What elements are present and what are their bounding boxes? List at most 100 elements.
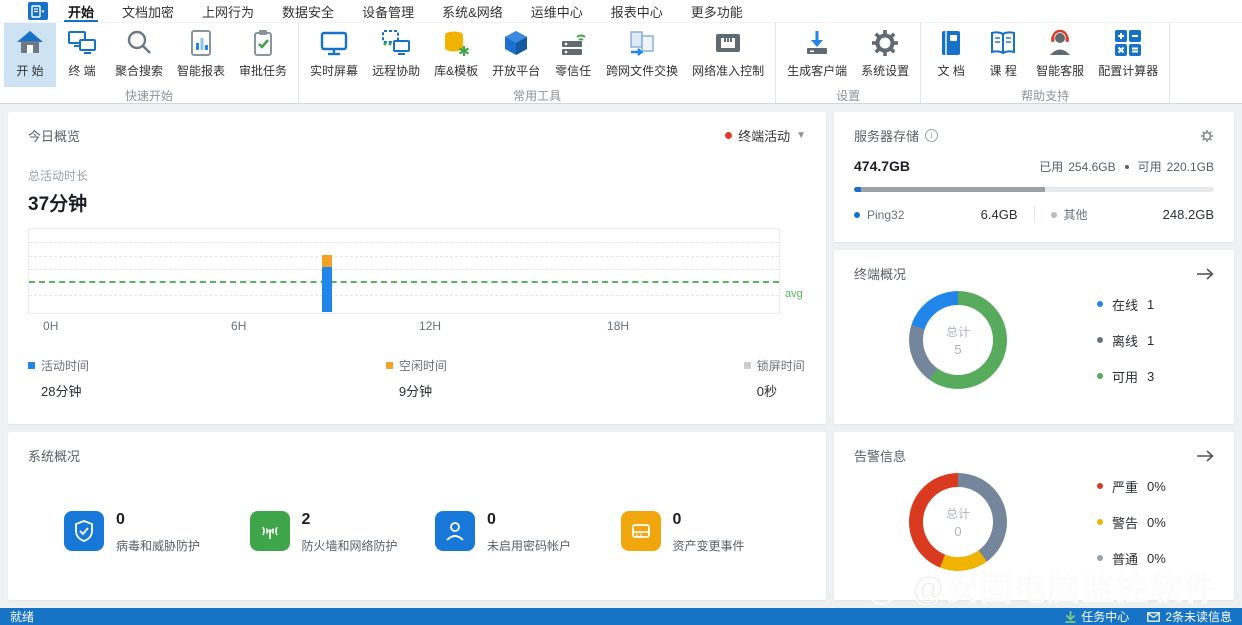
ribbon-network-access-button[interactable]: 网络准入控制 xyxy=(685,23,771,87)
ribbon-live-screen-button[interactable]: 实时屏幕 xyxy=(303,23,365,87)
remote-assist-icon xyxy=(382,30,411,55)
calculator-icon xyxy=(1115,30,1142,56)
x-tick: 6H xyxy=(231,319,247,333)
chevron-down-icon: ▼ xyxy=(796,130,806,141)
ribbon-start-button[interactable]: 开 始 xyxy=(4,23,56,87)
unread-messages-button[interactable]: 2条未读信息 xyxy=(1147,608,1232,625)
ribbon-approval-tasks-button[interactable]: 审批任务 xyxy=(232,23,294,87)
terminal-detail-arrow-button[interactable] xyxy=(1197,267,1214,280)
separator-dot xyxy=(1124,164,1129,169)
total-activity-value: 37分钟 xyxy=(28,194,88,215)
ribbon-config-calculator-button[interactable]: 配置计算器 xyxy=(1091,23,1165,87)
user-icon xyxy=(435,511,475,551)
ribbon-zero-trust-button[interactable]: 零信任 xyxy=(547,23,599,87)
terminal-overview-card: 终端概况 总计 5 在线 1 离线 1 可用 3 xyxy=(834,250,1234,424)
terminals-icon xyxy=(68,31,96,54)
storage-legend: Ping32 6.4GB 其他 248.2GB xyxy=(854,206,1214,223)
terminal-donut-chart[interactable]: 总计 5 xyxy=(909,291,1007,389)
ribbon-group-quick-start: 开 始 终 端 聚合搜索 智能报表 审批任务 快速开始 xyxy=(0,23,300,103)
live-screen-icon xyxy=(320,31,348,56)
ribbon-group-common-tools: 实时屏幕 远程协助 库&模板 开放平台 零信任 跨网文件交换 网络准入控制 常用… xyxy=(299,23,777,103)
ribbon-file-exchange-button[interactable]: 跨网文件交换 xyxy=(599,23,685,87)
terminal-activity-dropdown[interactable]: 终端活动 ▼ xyxy=(725,126,806,145)
asset-device-icon xyxy=(620,511,661,551)
idle-bar-segment xyxy=(321,255,332,267)
shield-check-icon xyxy=(64,511,104,551)
legend-critical: 严重 0% xyxy=(1097,477,1166,496)
ribbon-remote-assist-button[interactable]: 远程协助 xyxy=(365,23,427,87)
alarm-donut-chart[interactable]: 总计 0 xyxy=(909,473,1007,571)
ribbon-smart-report-button[interactable]: 智能报表 xyxy=(170,23,232,87)
menu-bar: 开始 文档加密 上网行为 数据安全 设备管理 系统&网络 运维中心 报表中心 更… xyxy=(0,0,1242,22)
ribbon-terminal-button[interactable]: 终 端 xyxy=(56,23,108,87)
x-tick: 18H xyxy=(607,319,630,333)
ribbon-library-template-button[interactable]: 库&模板 xyxy=(427,23,485,87)
activity-bar[interactable] xyxy=(321,255,332,312)
ribbon-open-platform-button[interactable]: 开放平台 xyxy=(485,23,547,87)
file-exchange-icon xyxy=(630,31,654,56)
system-stats: 0 病毒和威胁防护 2 防火墙和网络防护 0 未启用密码帐户 0 资产变更事件 xyxy=(28,511,806,554)
ribbon-generate-client-button[interactable]: 生成客户端 xyxy=(780,23,854,87)
legend-active-time: 活动时间 28分钟 xyxy=(28,357,89,400)
stat-asset-change-events[interactable]: 0 资产变更事件 xyxy=(620,511,807,554)
course-icon xyxy=(991,31,1016,55)
docs-icon xyxy=(942,31,961,55)
ribbon-course-button[interactable]: 课 程 xyxy=(977,23,1029,87)
menu-item-device-mgmt[interactable]: 设备管理 xyxy=(348,0,428,22)
app-logo-button[interactable] xyxy=(28,2,48,20)
legend-online: 在线 1 xyxy=(1097,295,1154,314)
menu-item-report-center[interactable]: 报表中心 xyxy=(597,0,677,22)
storage-card-title: 服务器存储 i xyxy=(854,126,939,145)
stat-virus-protection[interactable]: 0 病毒和威胁防护 xyxy=(64,511,250,554)
info-icon[interactable]: i xyxy=(925,129,939,142)
status-bar: 就绪 任务中心 2条未读信息 xyxy=(0,608,1242,625)
system-settings-icon xyxy=(872,30,899,56)
stat-firewall-protection[interactable]: 2 防火墙和网络防护 xyxy=(249,511,436,554)
system-card-title: 系统概况 xyxy=(28,449,81,464)
storage-settings-button[interactable] xyxy=(1200,129,1214,143)
legend-lock-time: 锁屏时间 0秒 xyxy=(743,357,805,400)
chart-legend: 活动时间 28分钟 空闲时间 9分钟 锁屏时间 0秒 xyxy=(28,357,806,400)
menu-item-more[interactable]: 更多功能 xyxy=(677,0,757,22)
legend-ping32: Ping32 6.4GB xyxy=(854,206,1018,223)
alarm-card-title: 告警信息 xyxy=(854,449,907,464)
total-activity-label: 总活动时长 xyxy=(28,169,89,183)
ribbon-docs-button[interactable]: 文 档 xyxy=(925,23,977,87)
stat-no-password-accounts[interactable]: 0 未启用密码帐户 xyxy=(435,511,621,554)
ping32-segment xyxy=(854,187,862,192)
task-center-button[interactable]: 任务中心 xyxy=(1065,608,1129,625)
total-activity-stat: 总活动时长 37分钟 xyxy=(28,167,806,216)
ribbon-smart-support-button[interactable]: 智能客服 xyxy=(1029,23,1091,87)
ribbon-group-settings: 生成客户端 系统设置 设置 xyxy=(776,23,922,103)
x-tick: 0H xyxy=(43,319,59,333)
storage-total: 474.7GB xyxy=(854,158,911,174)
legend-idle-time: 空闲时间 9分钟 xyxy=(385,357,447,400)
storage-progress-bar xyxy=(854,187,1214,192)
legend-offline: 离线 1 xyxy=(1097,331,1154,350)
menu-item-start[interactable]: 开始 xyxy=(54,0,108,22)
app-logo-icon xyxy=(31,4,45,18)
menu-item-system-network[interactable]: 系统&网络 xyxy=(428,0,517,22)
menu-item-web-behavior[interactable]: 上网行为 xyxy=(188,0,268,22)
system-overview-card: 系统概况 0 病毒和威胁防护 2 防火墙和网络防护 0 未启用密码帐户 0 资产… xyxy=(8,432,826,600)
ribbon-system-settings-button[interactable]: 系统设置 xyxy=(854,23,916,87)
mail-icon xyxy=(1147,611,1161,622)
legend-available: 可用 3 xyxy=(1097,367,1154,386)
alarm-detail-arrow-button[interactable] xyxy=(1197,449,1214,462)
gear-icon xyxy=(1200,129,1214,142)
today-card-title: 今日概览 xyxy=(28,129,81,144)
support-agent-icon xyxy=(1050,29,1071,55)
chart-plot-area xyxy=(28,228,780,314)
avg-line xyxy=(29,281,779,284)
firewall-signal-icon xyxy=(249,511,290,551)
today-overview-card: 今日概览 终端活动 ▼ 总活动时长 37分钟 avg 0H 6H 12H 18H… xyxy=(8,112,826,424)
menu-item-data-security[interactable]: 数据安全 xyxy=(268,0,348,22)
open-platform-icon xyxy=(505,31,528,55)
legend-warning: 警告 0% xyxy=(1097,513,1166,532)
arrow-right-icon xyxy=(1197,449,1214,462)
storage-used-free: 已用 254.6GB 可用 220.1GB xyxy=(1039,159,1214,175)
ribbon-aggregate-search-button[interactable]: 聚合搜索 xyxy=(108,23,170,87)
menu-item-ops-center[interactable]: 运维中心 xyxy=(517,0,597,22)
terminal-card-title: 终端概况 xyxy=(854,267,907,282)
menu-item-doc-encrypt[interactable]: 文档加密 xyxy=(108,0,188,22)
